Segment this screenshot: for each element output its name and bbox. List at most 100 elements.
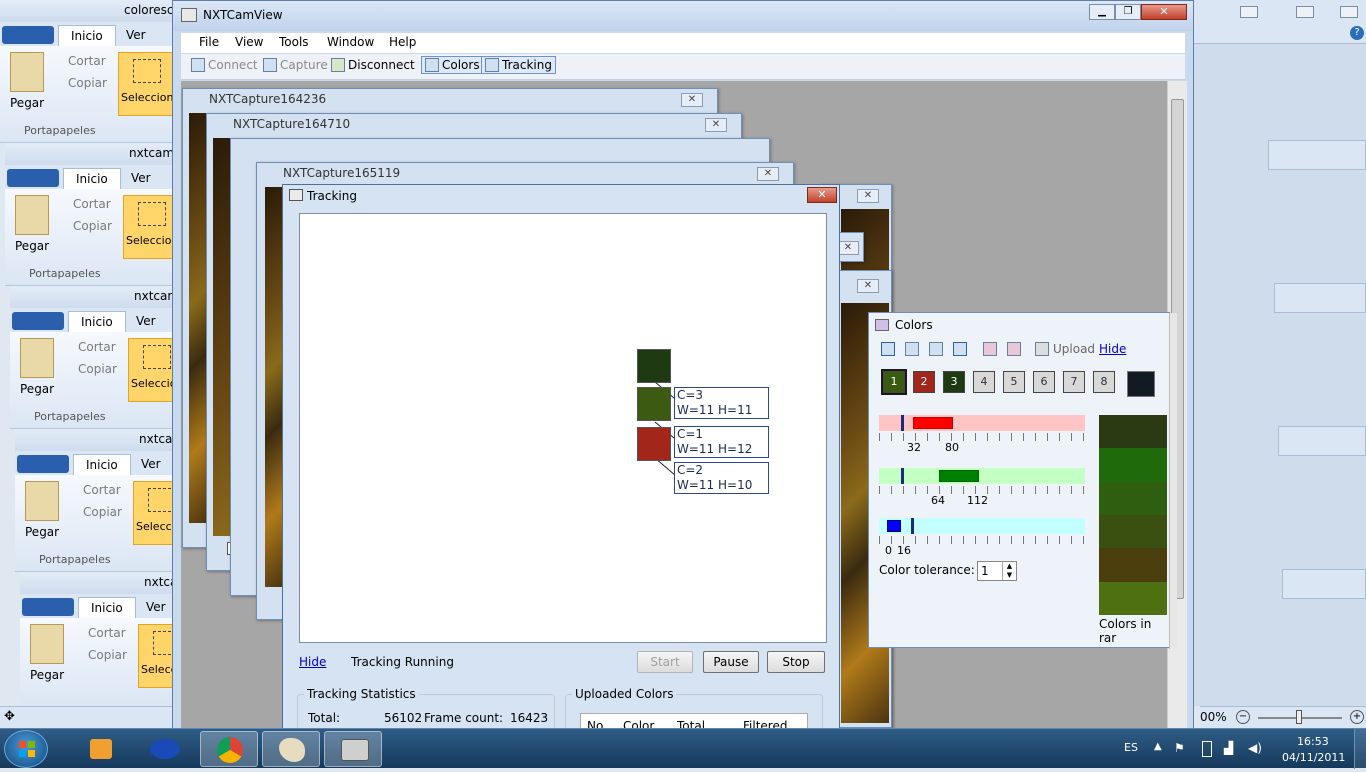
clock-time[interactable]: 16:53 (1297, 735, 1329, 748)
red-range-slider[interactable] (879, 415, 1085, 431)
clock-date[interactable]: 04/11/2011 (1282, 751, 1345, 764)
close-button[interactable] (1340, 6, 1358, 18)
close-button[interactable]: ✕ (837, 241, 859, 255)
taskbar-chrome[interactable] (200, 731, 258, 767)
color-swatch-6[interactable]: 6 (1033, 371, 1055, 393)
paint-window[interactable]: nxtca Inicio Ver Pegar Cortar Copiar Sel… (20, 572, 205, 706)
paint-window[interactable]: nxtcamf Inicio Ver Pegar Cortar Copiar S… (5, 143, 190, 286)
paint-menu-button[interactable] (2, 26, 54, 44)
tab-inicio[interactable]: Inicio (68, 311, 126, 333)
show-desktop-button[interactable] (1354, 729, 1366, 769)
add-color-icon[interactable] (905, 342, 919, 356)
pick-color-icon[interactable] (983, 342, 997, 356)
tab-inicio[interactable]: Inicio (63, 168, 121, 190)
close-button[interactable]: ✕ (857, 279, 879, 293)
zoom-in-icon[interactable]: + (1350, 710, 1364, 724)
select-button[interactable]: Seleccionar (118, 52, 185, 116)
start-button[interactable] (4, 730, 48, 768)
paint-menu-button[interactable] (7, 169, 59, 187)
capture-button[interactable]: Capture (263, 58, 328, 72)
green-range-thumb[interactable] (939, 470, 979, 482)
pause-button[interactable]: Pause (703, 651, 759, 673)
network-icon[interactable]: ▟ (1224, 741, 1233, 755)
remove-color-icon[interactable] (929, 342, 943, 356)
help-icon[interactable]: ? (1350, 26, 1364, 40)
stepper-down-icon[interactable]: ▼ (1002, 571, 1016, 580)
taskbar-paint[interactable] (262, 731, 320, 767)
minimize-button[interactable]: ▁ (1089, 4, 1115, 20)
color-swatch-8[interactable]: 8 (1093, 371, 1115, 393)
tab-ver[interactable]: Ver (119, 168, 163, 190)
color-swatch-3[interactable]: 3 (943, 371, 965, 393)
color-swatch-1[interactable]: 1 (881, 369, 907, 395)
tab-ver[interactable]: Ver (129, 454, 173, 476)
close-button[interactable]: ✕ (681, 93, 703, 107)
zoom-slider-thumb[interactable] (1296, 710, 1302, 724)
paste-icon[interactable] (20, 338, 54, 378)
battery-icon[interactable] (1202, 741, 1212, 757)
hide-link[interactable]: Hide (1099, 342, 1126, 356)
close-button[interactable]: ✕ (1141, 4, 1187, 20)
color-swatch-2[interactable]: 2 (913, 371, 935, 393)
show-hidden-icons[interactable]: ▲ (1154, 741, 1162, 752)
colors-window[interactable]: Colors Upload Hide 12345678 32 80 64 112… (868, 312, 1177, 649)
cut-button[interactable]: Cortar (73, 197, 111, 211)
menu-tools[interactable]: Tools (279, 35, 309, 49)
cut-button[interactable]: Cortar (88, 626, 126, 640)
paint-window[interactable]: coloresch Inicio Ver Pegar Cortar Copiar… (0, 0, 185, 143)
volume-icon[interactable]: ◀) (1248, 741, 1262, 755)
stepper-up-icon[interactable]: ▲ (1002, 562, 1016, 571)
copy-button[interactable]: Copiar (68, 76, 107, 90)
flag-icon[interactable]: ⚑ (1174, 741, 1185, 755)
taskbar-ancel[interactable] (136, 731, 194, 767)
red-range-thumb[interactable] (913, 417, 953, 429)
paint-menu-button[interactable] (12, 312, 64, 330)
copy-button[interactable]: Copiar (88, 648, 127, 662)
blue-range-slider[interactable] (879, 518, 1085, 534)
minimize-button[interactable] (1240, 6, 1258, 18)
tab-inicio[interactable]: Inicio (73, 454, 131, 476)
cut-button[interactable]: Cortar (83, 483, 121, 497)
paste-icon[interactable] (25, 481, 59, 521)
copy-button[interactable]: Copiar (78, 362, 117, 376)
color-tolerance-stepper[interactable]: 1 ▲ ▼ (977, 561, 1017, 581)
cut-button[interactable]: Cortar (78, 340, 116, 354)
clear-color-icon[interactable] (1007, 342, 1021, 356)
tab-inicio[interactable]: Inicio (78, 597, 136, 619)
color-swatch-5[interactable]: 5 (1003, 371, 1025, 393)
color-swatch-7[interactable]: 7 (1063, 371, 1085, 393)
close-button[interactable]: ✕ (705, 118, 727, 132)
tracking-button[interactable]: Tracking (481, 56, 556, 74)
language-indicator[interactable]: ES (1124, 741, 1138, 754)
stop-button[interactable]: Stop (767, 651, 825, 673)
menu-file[interactable]: File (199, 35, 219, 49)
menu-view[interactable]: View (235, 35, 263, 49)
paste-icon[interactable] (30, 624, 64, 664)
paste-icon[interactable] (10, 52, 44, 92)
paint-window[interactable]: nxtcar Inicio Ver Pegar Cortar Copiar Se… (15, 429, 200, 572)
tracking-window[interactable]: Tracking ✕ C=3 W=11 H=11 C=1 W=11 H=12 C=2… (282, 184, 840, 735)
edit-color-icon[interactable] (953, 342, 967, 356)
colors-scrollbar[interactable] (1169, 313, 1177, 649)
maximize-button[interactable] (1296, 6, 1314, 18)
tab-inicio[interactable]: Inicio (58, 25, 116, 47)
upload-icon[interactable] (1035, 342, 1049, 356)
zoom-out-icon[interactable]: − (1236, 710, 1250, 724)
start-button[interactable]: Start (637, 651, 693, 673)
menu-window[interactable]: Window (327, 35, 374, 49)
connect-button[interactable]: Connect (191, 58, 258, 72)
close-button[interactable]: ✕ (807, 187, 837, 203)
cut-button[interactable]: Cortar (68, 54, 106, 68)
hide-link[interactable]: Hide (299, 655, 326, 669)
colors-button[interactable]: Colors (421, 56, 484, 74)
upload-button[interactable]: Upload (1053, 342, 1095, 356)
color-swatch-4[interactable]: 4 (973, 371, 995, 393)
tab-ver[interactable]: Ver (114, 25, 158, 47)
color-list-icon[interactable] (881, 342, 895, 356)
paint-window[interactable]: nxtcam Inicio Ver Pegar Cortar Copiar Se… (10, 286, 195, 429)
paint-menu-button[interactable] (22, 598, 74, 616)
copy-button[interactable]: Copiar (73, 219, 112, 233)
tab-ver[interactable]: Ver (124, 311, 168, 333)
green-range-slider[interactable] (879, 468, 1085, 484)
paint-menu-button[interactable] (17, 455, 69, 473)
